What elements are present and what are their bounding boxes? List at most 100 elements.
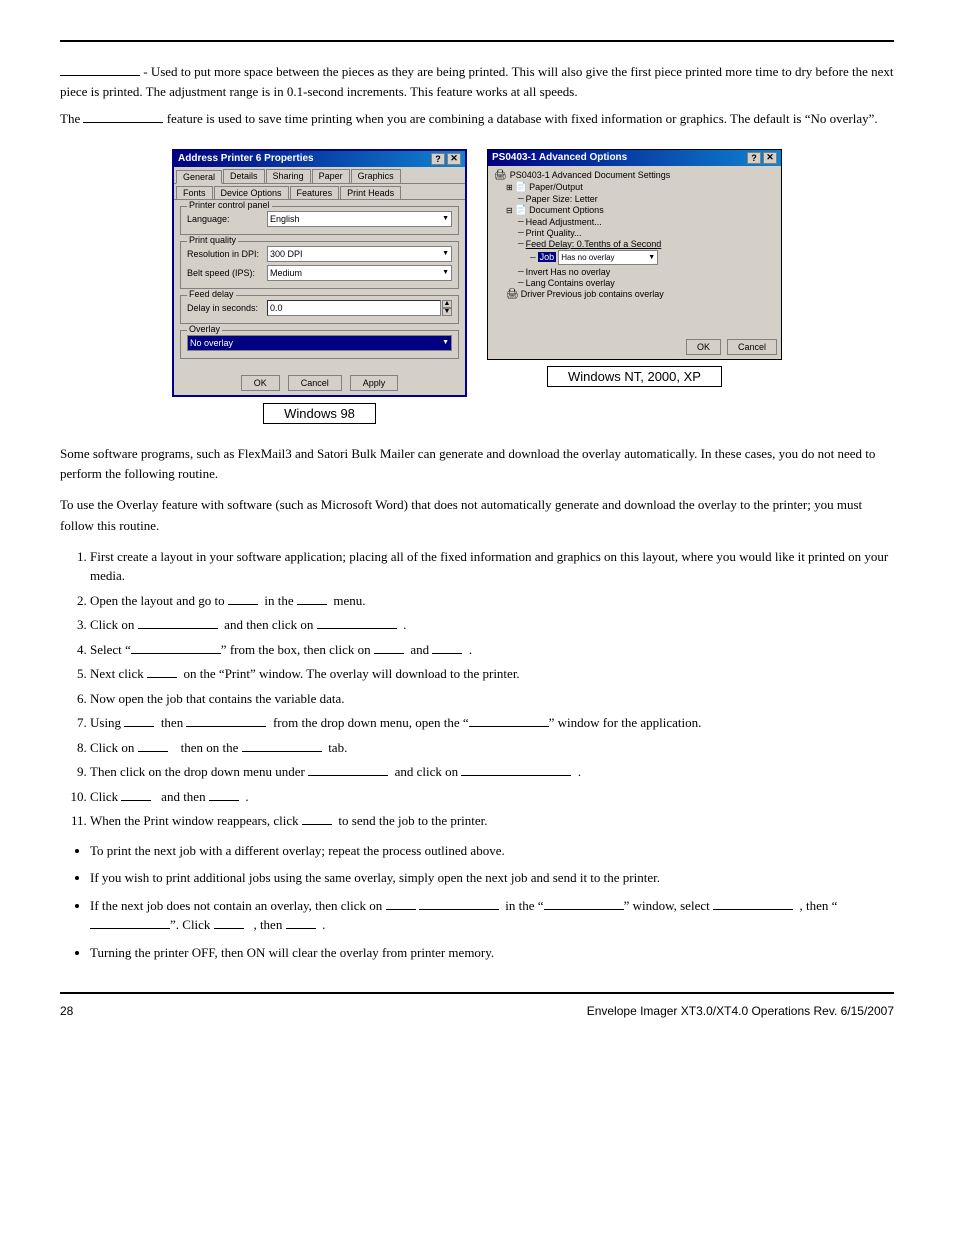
win98-apply-button[interactable]: Apply	[350, 375, 399, 391]
win98-dialog: Address Printer 6 Properties ? ✕ General…	[172, 149, 467, 397]
expand-icon2: ⊟	[506, 206, 513, 215]
intro-section: - Used to put more space between the pie…	[60, 62, 894, 129]
resolution-row: Resolution in DPI: 300 DPI ▼	[187, 246, 452, 262]
winnt-spacer	[488, 305, 781, 335]
group-overlay-label: Overlay	[187, 324, 222, 334]
tab-print-heads[interactable]: Print Heads	[340, 186, 401, 199]
delay-input[interactable]: 0.0	[267, 300, 441, 316]
printer-icon: 🖨	[494, 170, 507, 181]
delay-down-arrow[interactable]: ▼	[442, 308, 452, 316]
overlay-row: No overlay ▼	[187, 335, 452, 351]
overlay-dropdown[interactable]: Has no overlay ▼	[558, 250, 658, 265]
bullet-list: To print the next job with a different o…	[90, 841, 894, 963]
expand-icon: ⊞	[506, 183, 513, 192]
page-number: 28	[60, 1004, 73, 1018]
tree-paper-size: ─ Paper Size: Letter	[518, 194, 775, 204]
winnt-footer: OK Cancel	[488, 335, 781, 359]
tree-print-quality: ─ Print Quality...	[518, 228, 775, 238]
delay-label: Delay in seconds:	[187, 303, 267, 313]
win98-titlebar-buttons: ? ✕	[431, 153, 461, 165]
dropdown-arrow: ▼	[648, 254, 655, 261]
winnt-dialog: PS0403-1 Advanced Options ? ✕ 🖨 PS0403-1…	[487, 149, 782, 360]
tree-overlay-row: ─ Job Has no overlay ▼	[530, 250, 775, 265]
winnt-titlebar-buttons: ? ✕	[747, 152, 777, 164]
win98-ok-button[interactable]: OK	[241, 375, 280, 391]
group-quality-label: Print quality	[187, 235, 238, 245]
tree-paper-output: ⊞ 📄 Paper/Output	[506, 182, 775, 193]
win98-footer: OK Cancel Apply	[174, 371, 465, 395]
resolution-select[interactable]: 300 DPI ▼	[267, 246, 452, 262]
tab-general[interactable]: General	[176, 170, 222, 184]
step-1: First create a layout in your software a…	[90, 547, 894, 586]
dash-icon: ─	[518, 194, 524, 203]
winnt-titlebar: PS0403-1 Advanced Options ? ✕	[488, 150, 781, 166]
win98-container: Address Printer 6 Properties ? ✕ General…	[172, 149, 467, 424]
folder-icon: 📄	[515, 182, 527, 193]
win98-help-button[interactable]: ?	[431, 153, 445, 165]
page: - Used to put more space between the pie…	[0, 0, 954, 1058]
bullet-2: If you wish to print additional jobs usi…	[90, 868, 894, 888]
step-5: Next click on the “Print” window. The ov…	[90, 664, 894, 684]
group-delay-label: Feed delay	[187, 289, 236, 299]
tree-feed-delay: ─ Feed Delay: 0.Tenths of a Second	[518, 239, 775, 249]
resolution-arrow: ▼	[442, 250, 449, 257]
winnt-help-button[interactable]: ?	[747, 152, 761, 164]
overlay-select[interactable]: No overlay ▼	[187, 335, 452, 351]
bullet-3: If the next job does not contain an over…	[90, 896, 894, 935]
driver-icon: 🖨	[506, 289, 519, 300]
tab-fonts[interactable]: Fonts	[176, 186, 213, 199]
language-row: Language: English ▼	[187, 211, 452, 227]
group-printer-control: Printer control panel Language: English …	[180, 206, 459, 235]
step-7: Using then from the drop down menu, open…	[90, 713, 894, 733]
blank1	[60, 75, 140, 76]
group-print-quality: Print quality Resolution in DPI: 300 DPI…	[180, 241, 459, 289]
tree-head-adjust: ─ Head Adjustment...	[518, 217, 775, 227]
tab-graphics[interactable]: Graphics	[351, 169, 401, 183]
tab-details[interactable]: Details	[223, 169, 265, 183]
tree-doc-options: ⊟ 📄 Document Options	[506, 205, 775, 216]
language-arrow: ▼	[442, 215, 449, 222]
belt-row: Belt speed (IPS): Medium ▼	[187, 265, 452, 281]
body-para2: To use the Overlay feature with software…	[60, 495, 894, 537]
tab-features[interactable]: Features	[290, 186, 340, 199]
winnt-cancel-button[interactable]: Cancel	[727, 339, 777, 355]
winnt-container: PS0403-1 Advanced Options ? ✕ 🖨 PS0403-1…	[487, 149, 782, 424]
top-border	[60, 40, 894, 42]
bottom-border	[60, 992, 894, 994]
belt-select[interactable]: Medium ▼	[267, 265, 452, 281]
group-feed-delay: Feed delay Delay in seconds: 0.0 ▲ ▼	[180, 295, 459, 324]
win98-title: Address Printer 6 Properties	[178, 153, 314, 164]
numbered-list: First create a layout in your software a…	[90, 547, 894, 831]
screenshots-row: Address Printer 6 Properties ? ✕ General…	[120, 149, 834, 424]
delay-up-arrow[interactable]: ▲	[442, 300, 452, 308]
footer-title: Envelope Imager XT3.0/XT4.0 Operations R…	[587, 1004, 894, 1018]
winnt-title: PS0403-1 Advanced Options	[492, 152, 627, 163]
step-6: Now open the job that contains the varia…	[90, 689, 894, 709]
win98-cancel-button[interactable]: Cancel	[288, 375, 342, 391]
overlay-arrow: ▼	[442, 339, 449, 346]
step-2: Open the layout and go to in the menu.	[90, 591, 894, 611]
language-select[interactable]: English ▼	[267, 211, 452, 227]
group-printer-label: Printer control panel	[187, 200, 272, 210]
win98-close-button[interactable]: ✕	[447, 153, 461, 165]
intro-para1: - Used to put more space between the pie…	[60, 62, 894, 101]
step-3: Click on and then click on .	[90, 615, 894, 635]
win98-tabs2: Fonts Device Options Features Print Head…	[174, 184, 465, 200]
step-8: Click on then on the tab.	[90, 738, 894, 758]
step-4: Select “” from the box, then click on an…	[90, 640, 894, 660]
tab-device-options[interactable]: Device Options	[214, 186, 289, 199]
belt-arrow: ▼	[442, 269, 449, 276]
winnt-caption: Windows NT, 2000, XP	[547, 366, 722, 387]
win98-titlebar: Address Printer 6 Properties ? ✕	[174, 151, 465, 167]
bullet-4: Turning the printer OFF, then ON will cl…	[90, 943, 894, 963]
language-label: Language:	[187, 214, 267, 224]
resolution-label: Resolution in DPI:	[187, 249, 267, 259]
winnt-ok-button[interactable]: OK	[686, 339, 721, 355]
tab-paper[interactable]: Paper	[312, 169, 350, 183]
tree-invert: ─ Invert Has no overlay	[518, 267, 775, 277]
winnt-close-button[interactable]: ✕	[763, 152, 777, 164]
overlay-selected: Job	[538, 252, 557, 262]
folder2-icon: 📄	[515, 205, 527, 216]
tab-sharing[interactable]: Sharing	[266, 169, 311, 183]
body-para1: Some software programs, such as FlexMail…	[60, 444, 894, 486]
